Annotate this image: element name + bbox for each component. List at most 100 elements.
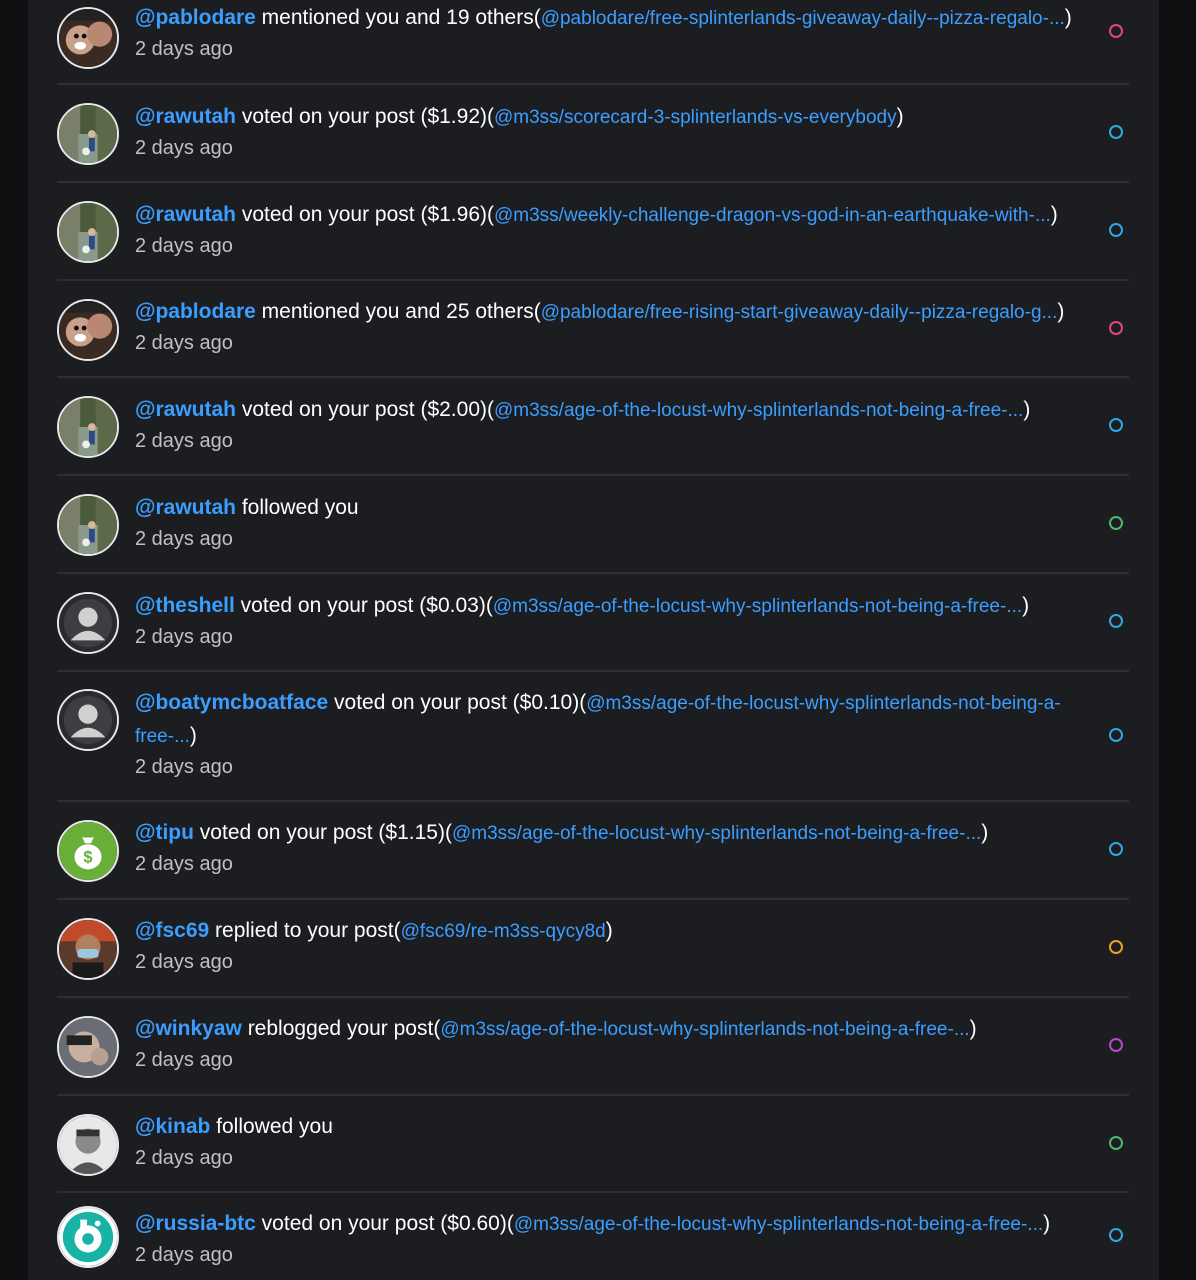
unread-indicator-icon[interactable] [1109,24,1123,38]
timestamp: 2 days ago [135,528,233,550]
notification-text: @rawutah voted on your post ($1.96)(@m3s… [135,199,1103,232]
avatar[interactable] [57,918,119,980]
avatar[interactable] [57,298,119,361]
username-link[interactable]: @rawutah [135,105,236,128]
unread-indicator-icon[interactable] [1109,223,1123,237]
username-link[interactable]: @boatymcboatface [135,691,328,714]
closing-paren: ) [969,1017,977,1040]
notification-text: @rawutah voted on your post ($1.92)(@m3s… [135,101,1103,134]
username-link[interactable]: @rawutah [135,398,236,421]
avatar[interactable] [57,1016,119,1078]
notification-item[interactable]: @rawutah voted on your post ($1.92)(@m3s… [57,85,1129,183]
closing-paren: ) [1064,6,1072,29]
notification-action: replied to your post( [209,919,401,942]
avatar[interactable] [57,1113,119,1176]
username-link[interactable]: @pablodare [135,6,256,29]
timestamp: 2 days ago [135,1244,233,1266]
notification-item[interactable]: @pablodare mentioned you and 19 others(@… [57,0,1129,85]
unread-indicator-icon[interactable] [1109,1227,1123,1242]
timestamp: 2 days ago [135,1049,233,1071]
post-link[interactable]: @m3ss/age-of-the-locust-why-splinterland… [493,596,1022,617]
post-link[interactable]: @m3ss/age-of-the-locust-why-splinterland… [452,823,981,844]
notification-text: @fsc69 replied to your post(@fsc69/re-m3… [135,915,1103,948]
timestamp: 2 days ago [135,853,233,875]
timestamp: 2 days ago [135,38,233,60]
username-link[interactable]: @tipu [135,821,194,844]
notification-text: @rawutah followed you [135,492,1103,524]
closing-paren: ) [1057,300,1065,323]
notification-item[interactable]: @winkyaw reblogged your post(@m3ss/age-o… [57,998,1129,1096]
notification-action: reblogged your post( [241,1017,441,1040]
avatar[interactable]: $ [57,820,119,882]
avatar[interactable] [57,592,119,654]
notification-text: @pablodare mentioned you and 19 others(@… [135,2,1103,35]
unread-indicator-icon[interactable] [1109,614,1123,628]
username-link[interactable]: @russia-btc [135,1212,256,1235]
unread-indicator-icon[interactable] [1109,125,1123,139]
avatar[interactable] [57,689,119,751]
timestamp: 2 days ago [135,951,233,973]
notification-item[interactable]: $ @tipu voted on your post ($1.15)(@m3ss/… [57,802,1129,900]
notification-text: @tipu voted on your post ($1.15)(@m3ss/a… [135,817,1103,850]
avatar[interactable] [57,1205,119,1268]
notification-item[interactable]: @theshell voted on your post ($0.03)(@m3… [57,574,1129,672]
timestamp: 2 days ago [135,137,233,159]
timestamp: 2 days ago [135,430,233,452]
notification-action: voted on your post ($1.15)( [193,821,452,844]
post-link[interactable]: @m3ss/age-of-the-locust-why-splinterland… [494,400,1023,421]
notification-item[interactable]: @boatymcboatface voted on your post ($0.… [57,672,1129,802]
notification-action: voted on your post ($1.92)( [236,105,494,128]
notification-text: @rawutah voted on your post ($2.00)(@m3s… [135,394,1103,427]
avatar[interactable] [57,396,119,458]
unread-indicator-icon[interactable] [1109,728,1123,742]
post-link[interactable]: @m3ss/weekly-challenge-dragon-vs-god-in-… [494,205,1051,226]
unread-indicator-icon[interactable] [1109,842,1123,856]
unread-indicator-icon[interactable] [1109,1038,1123,1052]
unread-indicator-icon[interactable] [1109,418,1123,432]
notification-action: voted on your post ($0.10)( [328,691,587,714]
unread-indicator-icon[interactable] [1109,516,1123,530]
username-link[interactable]: @pablodare [135,300,256,323]
username-link[interactable]: @theshell [135,594,235,617]
unread-indicator-icon[interactable] [1109,320,1123,335]
notification-text: @kinab followed you [135,1111,1103,1143]
timestamp: 2 days ago [135,332,233,354]
unread-indicator-icon[interactable] [1109,940,1123,954]
post-link[interactable]: @m3ss/age-of-the-locust-why-splinterland… [440,1019,969,1040]
notification-item[interactable]: @rawutah voted on your post ($1.96)(@m3s… [57,183,1129,281]
post-link[interactable]: @fsc69/re-m3ss-qycy8d [401,921,606,942]
post-link[interactable]: @m3ss/age-of-the-locust-why-splinterland… [514,1214,1043,1235]
closing-paren: ) [981,821,989,844]
username-link[interactable]: @rawutah [135,203,236,226]
post-link[interactable]: @pablodare/free-rising-start-giveaway-da… [541,302,1058,323]
notification-text: @theshell voted on your post ($0.03)(@m3… [135,590,1103,623]
avatar[interactable] [57,6,119,69]
notification-item[interactable]: @fsc69 replied to your post(@fsc69/re-m3… [57,900,1129,998]
username-link[interactable]: @winkyaw [135,1017,242,1040]
notification-item[interactable]: @pablodare mentioned you and 25 others(@… [57,281,1129,378]
username-link[interactable]: @rawutah [135,496,236,519]
closing-paren: ) [1043,1212,1051,1235]
timestamp: 2 days ago [135,1147,233,1169]
avatar[interactable] [57,103,119,165]
notification-item[interactable]: @rawutah followed you 2 days ago [57,476,1129,574]
post-link[interactable]: @m3ss/scorecard-3-splinterlands-vs-every… [494,107,897,128]
notification-item[interactable]: @russia-btc voted on your post ($0.60)(@… [57,1193,1129,1280]
post-link[interactable]: @pablodare/free-splinterlands-giveaway-d… [541,8,1065,29]
username-link[interactable]: @kinab [135,1115,210,1138]
closing-paren: ) [1022,594,1030,617]
username-link[interactable]: @fsc69 [135,919,209,942]
timestamp: 2 days ago [135,626,233,648]
notification-item[interactable]: @kinab followed you 2 days ago [57,1096,1129,1193]
unread-indicator-icon[interactable] [1109,1135,1123,1150]
avatar[interactable] [57,201,119,263]
closing-paren: ) [189,724,197,747]
timestamp: 2 days ago [135,756,233,778]
notification-action: voted on your post ($1.96)( [236,203,494,226]
notification-action: voted on your post ($0.03)( [234,594,493,617]
closing-paren: ) [896,105,904,128]
notification-item[interactable]: @rawutah voted on your post ($2.00)(@m3s… [57,378,1129,476]
notification-action: voted on your post ($2.00)( [236,398,494,421]
avatar[interactable] [57,494,119,556]
notification-action: mentioned you and 19 others( [255,6,541,29]
